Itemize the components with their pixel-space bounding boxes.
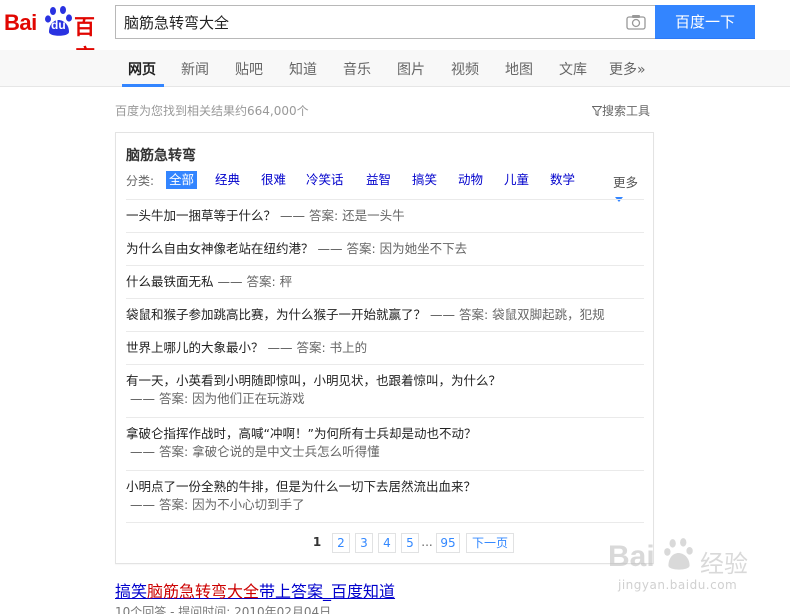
card-title: 脑筋急转弯 [126,148,196,164]
paw-watermark-icon [664,538,693,570]
riddle-item[interactable]: 为什么自由女神像老站在纽约港？ —— 答案: 因为她坐不下去 [126,232,644,265]
riddle-answer: 答案: 袋鼠双脚起跳，犯规 [458,307,605,322]
funnel-icon [591,106,603,117]
riddle-dash: —— [317,241,343,256]
tab-news[interactable]: 新闻 [181,59,209,79]
watermark-cn: 经验 [700,550,748,578]
riddle-question: 为什么自由女神像老站在纽约港？ [126,241,314,256]
active-tab-indicator [122,84,164,87]
search-button[interactable]: 百度一下 [655,5,755,39]
page-current: 1 [309,533,325,553]
result-title-post: 带上答案_百度知道 [259,582,396,601]
riddle-answer: 答案: 秤 [246,274,293,289]
category-funny[interactable]: 搞笑 [409,171,440,189]
page-link-last[interactable]: 95 [436,533,460,553]
header: Bai du 百度 百度一下 [0,0,790,69]
jingyan-watermark: Bai 经验 jingyan.baidu.com [608,530,778,600]
riddle-item[interactable]: 有一天，小英看到小明随即惊叫，小明见状，也跟着惊叫，为什么？ —— 答案: 因为… [126,364,644,417]
tab-images[interactable]: 图片 [397,59,425,79]
riddle-item[interactable]: 拿破仑指挥作战时，高喊“冲啊！”为何所有士兵却是动也不动？ —— 答案: 拿破仑… [126,417,644,470]
category-bar: 分类: 全部 经典 很难 冷笑话 益智 搞笑 动物 儿童 数学 更多 [126,171,646,202]
riddle-dash: —— [267,340,293,355]
search-tools[interactable]: 搜索工具 [591,102,651,119]
riddle-answer: 答案: 还是一头牛 [308,208,405,223]
page-link[interactable]: 2 [332,533,350,553]
riddle-card: 脑筋急转弯 分类: 全部 经典 很难 冷笑话 益智 搞笑 动物 儿童 数学 更多… [115,132,654,564]
category-puzzle[interactable]: 益智 [363,171,394,189]
riddle-answer: 答案: 因为不小心切到手了 [158,497,305,512]
tab-more[interactable]: 更多» [609,59,646,79]
watermark-url: jingyan.baidu.com [618,578,738,592]
result-meta: 10个回答 - 提问时间: 2010年02月04日 [115,605,332,614]
riddle-item[interactable]: 袋鼠和猴子参加跳高比赛，为什么猴子一开始就赢了？ —— 答案: 袋鼠双脚起跳，犯… [126,298,644,331]
tab-music[interactable]: 音乐 [343,59,371,79]
logo-text-bai: Bai [4,10,37,35]
riddle-dash: —— [280,208,305,223]
result-count: 百度为您找到相关结果约664,000个 [115,104,309,118]
page-link[interactable]: 4 [378,533,396,553]
riddle-answer: 答案: 因为他们正在玩游戏 [158,391,305,406]
search-tools-label: 搜索工具 [602,104,651,118]
camera-icon[interactable] [626,14,646,30]
riddle-question: 一头牛加一捆草等于什么？ [126,208,277,223]
riddle-dash: —— [130,391,155,406]
category-hard[interactable]: 很难 [258,171,289,189]
riddle-question: 世界上哪儿的大象最小？ [126,340,264,355]
category-cold-jokes[interactable]: 冷笑话 [303,171,347,189]
watermark-text: Bai [608,540,655,573]
tab-tieba[interactable]: 贴吧 [235,59,263,79]
search-input[interactable] [116,6,616,38]
riddle-dash: —— [130,497,155,512]
logo-text-du: du [51,18,66,32]
riddle-question: 拿破仑指挥作战时，高喊“冲啊！”为何所有士兵却是动也不动？ [126,426,477,441]
riddle-question: 有一天，小英看到小明随即惊叫，小明见状，也跟着惊叫，为什么？ [126,373,502,388]
tab-zhidao[interactable]: 知道 [289,59,317,79]
result-title-pre: 搞笑 [115,582,148,601]
riddle-item[interactable]: 小明点了一份全熟的牛排，但是为什么一切下去居然流出血来？ —— 答案: 因为不小… [126,470,644,523]
tab-web[interactable]: 网页 [128,59,156,79]
category-classic[interactable]: 经典 [212,171,243,189]
tab-video[interactable]: 视频 [451,59,479,79]
baidu-logo[interactable]: Bai du 百度 [4,4,108,69]
tab-map[interactable]: 地图 [505,59,533,79]
pagination: 1 2 3 4 5 ... 95 下一页 [116,533,655,555]
result-title-link[interactable]: 搞笑脑筋急转弯大全带上答案_百度知道 [115,578,395,602]
riddle-question: 袋鼠和猴子参加跳高比赛，为什么猴子一开始就赢了？ [126,307,427,322]
page-ellipsis: ... [420,533,434,553]
category-kids[interactable]: 儿童 [501,171,532,189]
page-link[interactable]: 5 [401,533,419,553]
result-title-highlight: 脑筋急转弯大全 [147,582,260,601]
riddle-answer: 答案: 书上的 [296,340,368,355]
category-all[interactable]: 全部 [166,171,198,189]
riddle-item[interactable]: 世界上哪儿的大象最小？ —— 答案: 书上的 [126,331,644,364]
riddle-answer: 答案: 拿破仑说的是中文士兵怎么听得懂 [158,444,380,459]
riddle-question: 小明点了一份全熟的牛排，但是为什么一切下去居然流出血来？ [126,479,477,494]
category-math[interactable]: 数学 [547,171,578,189]
riddle-item[interactable]: 一头牛加一捆草等于什么？ —— 答案: 还是一头牛 [126,199,644,232]
category-animal[interactable]: 动物 [455,171,486,189]
riddle-question: 什么最铁面无私 [126,274,214,289]
category-more-label: 更多 [613,175,639,190]
riddle-dash: —— [130,444,155,459]
next-page-button[interactable]: 下一页 [466,533,514,553]
nav-tabs: 网页 新闻 贴吧 知道 音乐 图片 视频 地图 文库 更多» [0,50,790,87]
search-box [115,5,656,39]
riddle-dash: —— [430,307,455,322]
category-label: 分类: [126,174,155,188]
riddle-answer: 答案: 因为她坐不下去 [346,241,468,256]
riddle-dash: —— [217,274,243,289]
riddle-item[interactable]: 什么最铁面无私 —— 答案: 秤 [126,265,644,298]
page-link[interactable]: 3 [355,533,373,553]
tab-wenku[interactable]: 文库 [559,59,587,79]
